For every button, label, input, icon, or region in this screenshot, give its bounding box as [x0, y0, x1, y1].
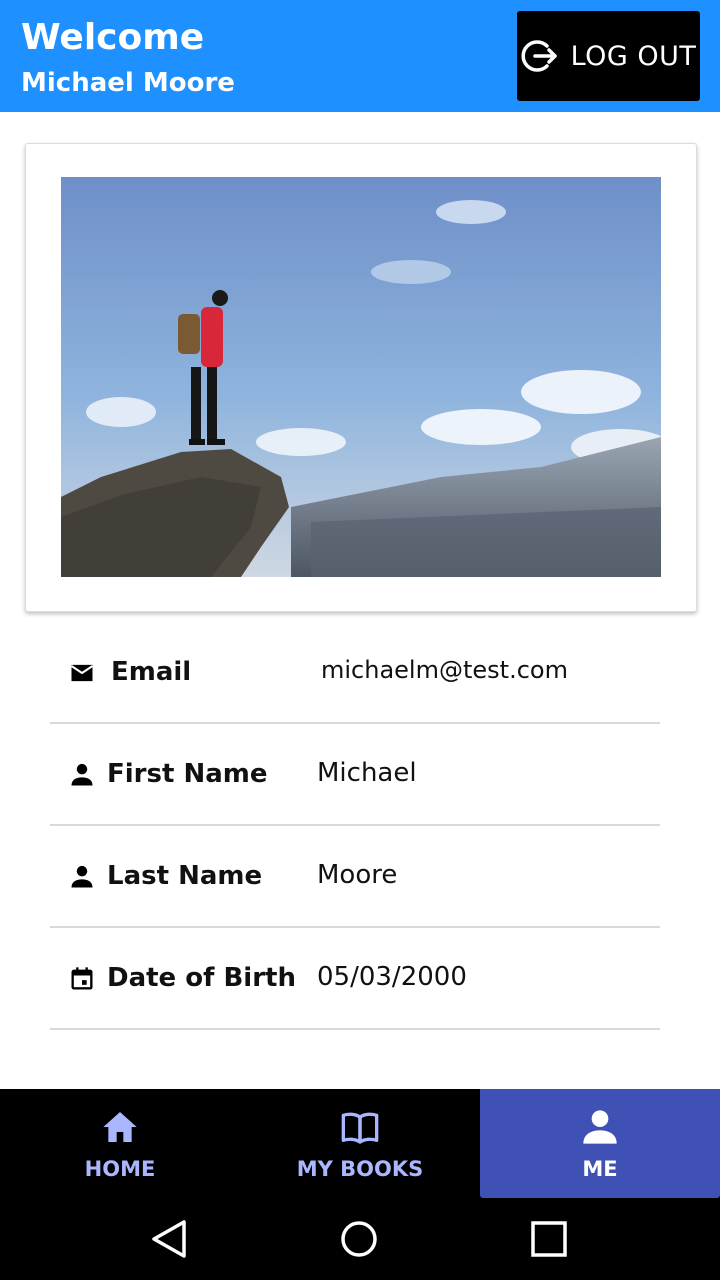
nav-my-books[interactable]: MY BOOKS [240, 1089, 480, 1199]
calendar-icon [71, 967, 93, 990]
email-label: Email [111, 657, 192, 687]
person-icon [71, 865, 93, 888]
date-of-birth-row: Date of Birth 05/03/2000 [50, 927, 660, 1030]
nav-home[interactable]: HOME [0, 1089, 240, 1199]
bottom-navigation: HOME MY BOOKS ME [0, 1089, 720, 1199]
welcome-title: Welcome [21, 17, 205, 58]
person-icon [71, 763, 93, 786]
home-circle-icon[interactable] [338, 1218, 380, 1260]
first-name-row: First Name Michael [50, 723, 660, 826]
profile-photo-card [25, 143, 697, 612]
first-name-label: First Name [107, 759, 268, 789]
hiker-on-cliff-photo [61, 177, 661, 577]
user-name: Michael Moore [21, 68, 235, 98]
person-icon [583, 1110, 617, 1144]
logout-label: LOG OUT [570, 40, 697, 72]
last-name-row: Last Name Moore [50, 825, 660, 928]
last-name-value: Moore [317, 860, 398, 890]
nav-me-label: ME [582, 1157, 618, 1181]
nav-my-books-label: MY BOOKS [296, 1157, 424, 1181]
first-name-value: Michael [317, 758, 417, 788]
date-of-birth-label: Date of Birth [107, 963, 296, 993]
email-row: Email michaelm@test.com [50, 621, 660, 724]
system-navigation-bar [0, 1199, 720, 1280]
last-name-label: Last Name [107, 861, 263, 891]
email-value: michaelm@test.com [321, 656, 568, 684]
date-of-birth-value: 05/03/2000 [317, 962, 467, 992]
nav-me[interactable]: ME [480, 1089, 720, 1198]
nav-home-label: HOME [84, 1157, 156, 1181]
logout-button[interactable]: LOG OUT [517, 11, 700, 101]
book-icon [341, 1112, 379, 1144]
logout-icon [521, 40, 557, 72]
email-icon [70, 664, 94, 682]
recents-icon[interactable] [528, 1218, 570, 1260]
back-icon[interactable] [148, 1218, 190, 1260]
home-icon [103, 1112, 137, 1142]
app-header: Welcome Michael Moore LOG OUT [0, 0, 720, 112]
